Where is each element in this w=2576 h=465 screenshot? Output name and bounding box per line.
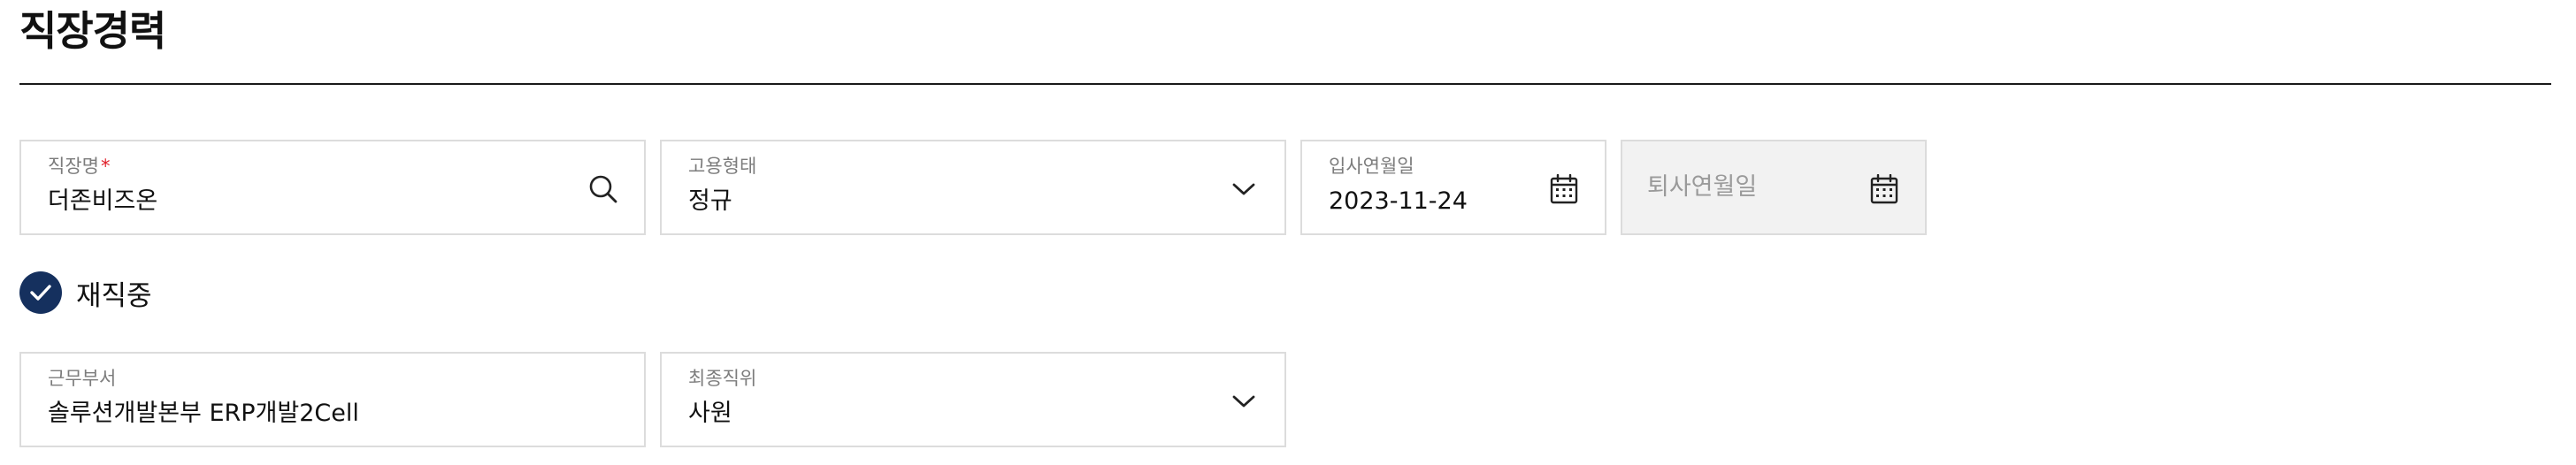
chevron-down-icon[interactable] — [1228, 385, 1260, 417]
department-value[interactable]: 솔루션개발본부 ERP개발2Cell — [48, 400, 359, 428]
currently-employed-checkbox[interactable]: 재직중 — [19, 271, 152, 315]
currently-employed-label: 재직중 — [76, 279, 152, 312]
section-title: 직장경력 — [19, 7, 166, 55]
join-date-label: 입사연월일 — [1329, 156, 1414, 177]
employment-type-select[interactable]: 고용형태 정규 — [660, 140, 1286, 235]
join-date-value[interactable]: 2023-11-24 — [1329, 187, 1468, 216]
employment-type-value: 정규 — [688, 187, 732, 215]
search-icon[interactable] — [587, 173, 619, 205]
employment-type-label: 고용형태 — [688, 156, 757, 177]
title-divider — [19, 83, 2551, 85]
required-mark: * — [100, 156, 111, 177]
department-field[interactable]: 근무부서 솔루션개발본부 ERP개발2Cell — [19, 352, 646, 447]
company-label: 직장명* — [48, 156, 111, 177]
check-icon[interactable] — [19, 271, 62, 314]
leave-date-field: 퇴사연월일 — [1621, 140, 1927, 235]
company-value[interactable]: 더존비즈온 — [48, 187, 157, 216]
chevron-down-icon[interactable] — [1228, 173, 1260, 205]
company-field[interactable]: 직장명* 더존비즈온 — [19, 140, 646, 235]
calendar-icon[interactable] — [1548, 173, 1580, 205]
calendar-icon — [1868, 173, 1900, 205]
final-position-value: 사원 — [688, 400, 732, 427]
leave-date-placeholder: 퇴사연월일 — [1647, 173, 1758, 201]
final-position-select[interactable]: 최종직위 사원 — [660, 352, 1286, 447]
department-label: 근무부서 — [48, 368, 117, 389]
join-date-field[interactable]: 입사연월일 2023-11-24 — [1300, 140, 1606, 235]
final-position-label: 최종직위 — [688, 368, 757, 389]
